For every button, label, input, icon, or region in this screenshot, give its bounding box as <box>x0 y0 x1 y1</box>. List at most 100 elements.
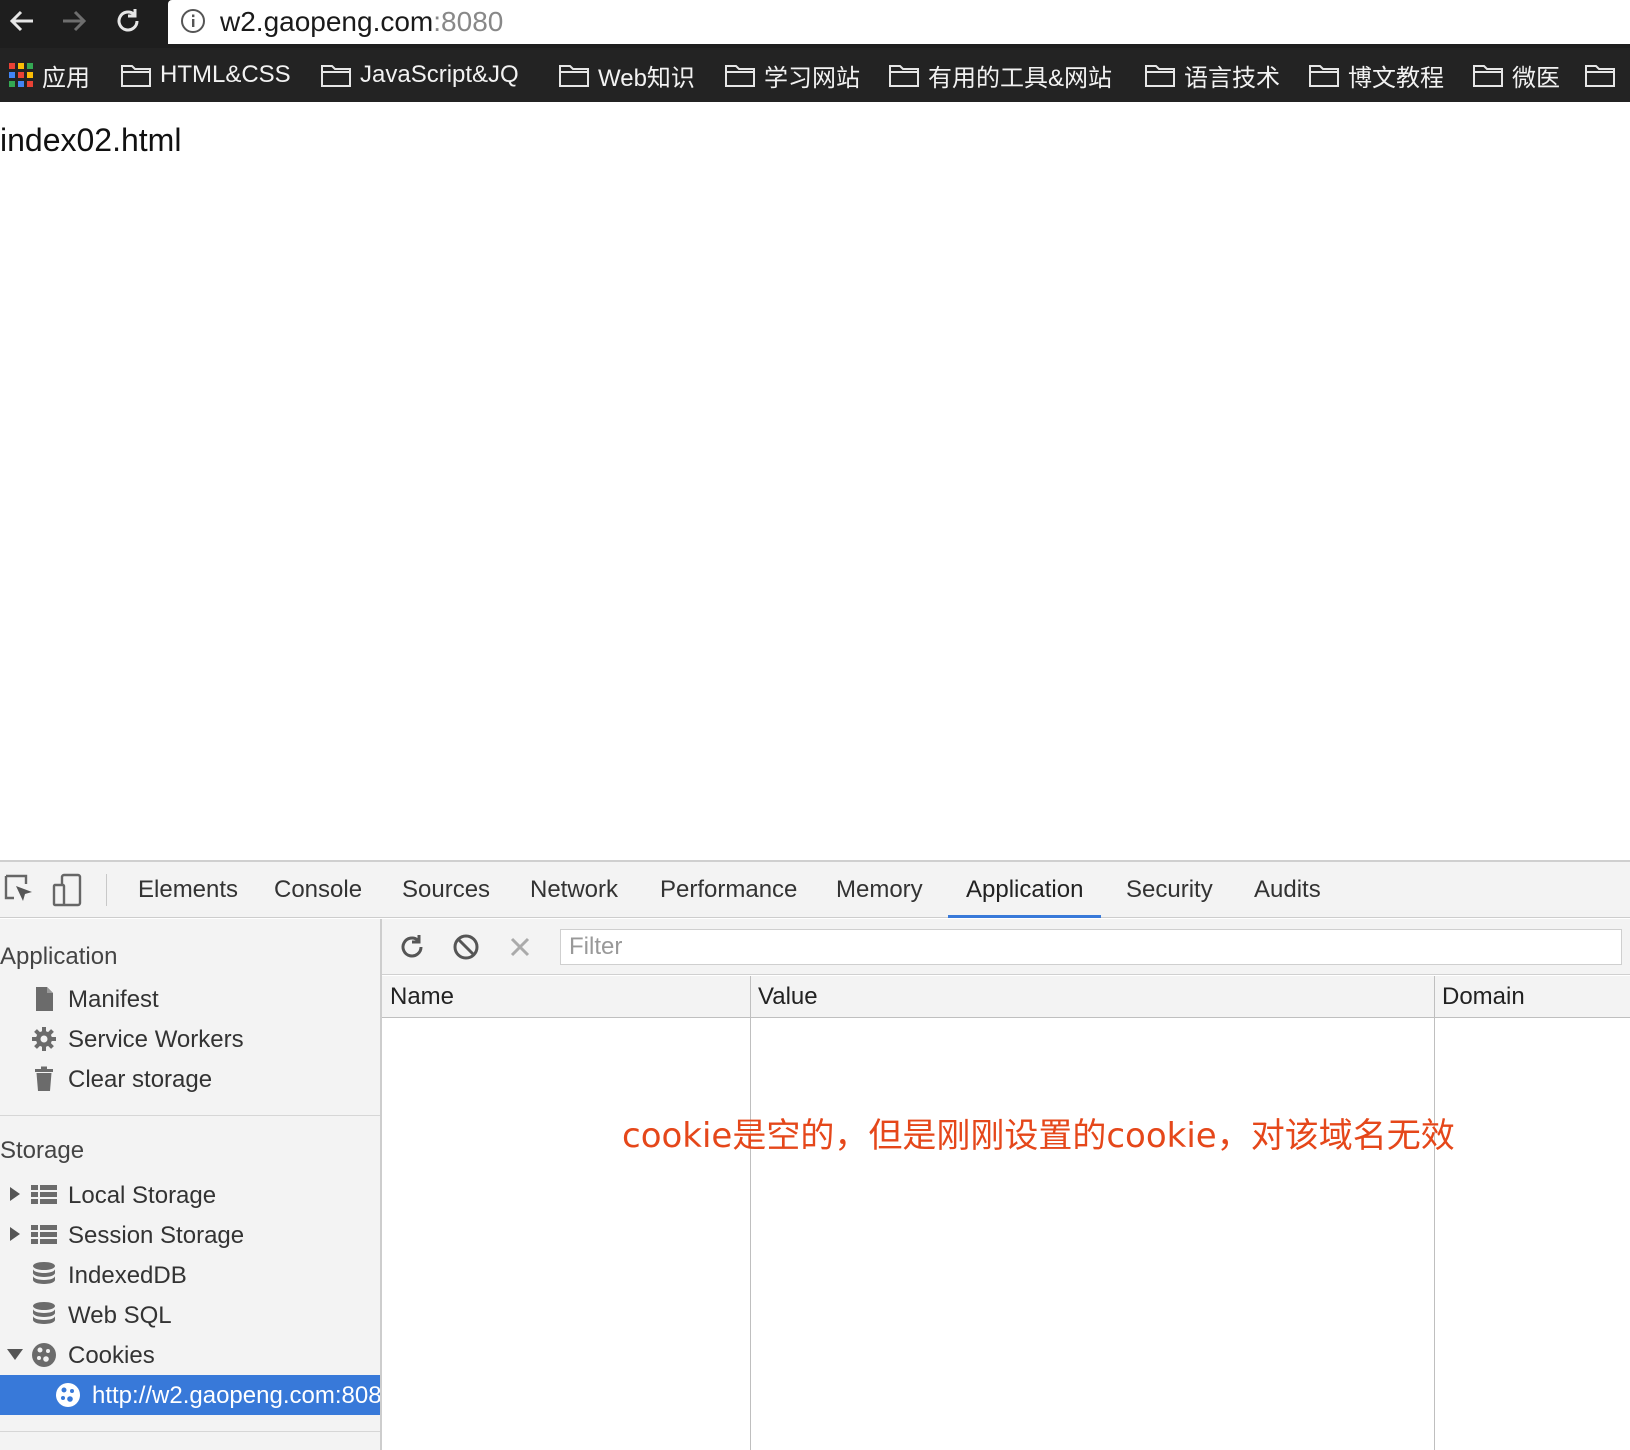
bookmark-label: 微医 <box>1512 64 1560 92</box>
column-divider[interactable] <box>1434 976 1435 1450</box>
clear-all-icon[interactable] <box>450 931 482 963</box>
folder-icon <box>725 65 755 87</box>
browser-toolbar: w2.gaopeng.com:8080 <box>0 0 1630 48</box>
address-bar[interactable]: w2.gaopeng.com:8080 <box>168 0 1630 44</box>
collapse-arrow-icon[interactable] <box>6 1345 24 1363</box>
bookmark-folder-overflow[interactable] <box>1584 56 1624 94</box>
folder-icon <box>321 65 351 87</box>
sidebar-item-indexeddb[interactable]: IndexedDB <box>0 1255 380 1295</box>
trash-icon <box>35 1066 53 1091</box>
url-text: w2.gaopeng.com:8080 <box>220 6 503 38</box>
filter-input[interactable] <box>560 929 1622 965</box>
expand-arrow-icon[interactable] <box>6 1225 24 1243</box>
column-header-value[interactable]: Value <box>750 976 818 1018</box>
forward-arrow-icon <box>63 10 87 32</box>
sidebar-item-local-storage[interactable]: Local Storage <box>0 1175 380 1215</box>
expand-arrow-icon[interactable] <box>6 1185 24 1203</box>
annotation-text: cookie是空的，但是刚刚设置的cookie，对该域名无效 <box>622 1116 1455 1156</box>
column-header-domain[interactable]: Domain <box>1434 976 1525 1018</box>
tab-performance[interactable]: Performance <box>660 862 797 918</box>
bookmark-label: 语言技术 <box>1184 64 1280 92</box>
tab-sources[interactable]: Sources <box>402 862 490 918</box>
bookmark-folder-language[interactable]: 语言技术 <box>1144 56 1280 94</box>
section-title-storage: Storage <box>0 1137 85 1164</box>
tab-console[interactable]: Console <box>274 862 362 918</box>
bookmark-apps[interactable]: 应用 <box>8 56 90 94</box>
url-host: w2.gaopeng.com <box>220 6 434 37</box>
application-sidebar: Application Manifest Service Workers Cle… <box>0 919 382 1450</box>
folder-icon <box>559 65 589 87</box>
sidebar-item-session-storage[interactable]: Session Storage <box>0 1215 380 1255</box>
bookmark-label: Web知识 <box>598 64 695 92</box>
inspect-element-icon[interactable] <box>2 872 38 908</box>
tab-memory[interactable]: Memory <box>836 862 923 918</box>
delete-selected-icon[interactable] <box>504 931 536 963</box>
bookmark-folder-tools[interactable]: 有用的工具&网站 <box>888 56 1112 94</box>
bookmark-label: 学习网站 <box>764 64 860 92</box>
tab-network[interactable]: Network <box>530 862 618 918</box>
sidebar-item-label: Session Storage <box>68 1222 245 1249</box>
page-body-text: index02.html <box>0 122 182 158</box>
apps-grid-icon <box>9 63 33 87</box>
tab-audits[interactable]: Audits <box>1254 862 1321 918</box>
sidebar-item-service-workers[interactable]: Service Workers <box>0 1019 380 1059</box>
sidebar-divider <box>0 1115 380 1116</box>
sidebar-item-label: http://w2.gaopeng.com:8080 <box>92 1382 382 1409</box>
forward-button[interactable] <box>52 2 96 40</box>
database-icon <box>33 1262 55 1284</box>
folder-icon <box>1309 65 1339 87</box>
cookie-icon <box>56 1383 80 1407</box>
sidebar-item-manifest[interactable]: Manifest <box>0 979 380 1019</box>
cookie-icon <box>32 1343 56 1367</box>
document-icon <box>36 987 53 1011</box>
info-icon[interactable] <box>180 8 206 34</box>
sidebar-item-web-sql[interactable]: Web SQL <box>0 1295 380 1335</box>
bookmark-label: JavaScript&JQ <box>360 61 519 88</box>
bookmark-label: 有用的工具&网站 <box>928 64 1113 92</box>
sidebar-item-cookie-origin[interactable]: http://w2.gaopeng.com:8080 <box>0 1375 380 1415</box>
back-arrow-icon <box>9 10 33 32</box>
sidebar-item-label: Clear storage <box>68 1066 213 1093</box>
refresh-icon[interactable] <box>396 931 428 963</box>
sidebar-item-label: IndexedDB <box>68 1262 187 1289</box>
bookmarks-bar: 应用 HTML&CSS JavaScript&JQ Web知识 学习网站 有用的… <box>0 48 1630 102</box>
tab-elements[interactable]: Elements <box>138 862 238 918</box>
back-button[interactable] <box>0 2 44 40</box>
sidebar-divider <box>0 1431 380 1432</box>
table-icon <box>31 1185 57 1204</box>
device-toolbar-icon[interactable] <box>50 872 86 908</box>
sidebar-item-label: Web SQL <box>68 1302 172 1329</box>
bookmark-folder-html-css[interactable]: HTML&CSS <box>120 56 291 94</box>
gear-icon <box>32 1027 56 1051</box>
folder-icon <box>121 65 151 87</box>
sidebar-item-label: Manifest <box>68 986 159 1013</box>
bookmark-folder-weiyi[interactable]: 微医 <box>1472 56 1560 94</box>
bookmark-label: HTML&CSS <box>160 61 291 88</box>
bookmark-folder-tutorials[interactable]: 博文教程 <box>1308 56 1444 94</box>
folder-icon <box>1585 65 1615 87</box>
toolbar-divider <box>106 874 107 906</box>
sidebar-item-clear-storage[interactable]: Clear storage <box>0 1059 380 1099</box>
table-icon <box>31 1225 57 1244</box>
devtools-tab-bar: Elements Console Sources Network Perform… <box>0 862 1630 918</box>
cookies-panel: Name Value Domain <box>382 919 1630 1450</box>
sidebar-item-cookies[interactable]: Cookies <box>0 1335 380 1375</box>
reload-icon <box>117 9 139 32</box>
sidebar-item-label: Cookies <box>68 1342 155 1369</box>
section-title-application: Application <box>0 943 118 970</box>
tab-security[interactable]: Security <box>1126 862 1213 918</box>
reload-button[interactable] <box>106 2 150 40</box>
bookmark-folder-javascript-jq[interactable]: JavaScript&JQ <box>320 56 519 94</box>
url-port: :8080 <box>433 6 504 37</box>
bookmark-folder-web[interactable]: Web知识 <box>558 56 695 94</box>
column-header-name[interactable]: Name <box>382 976 454 1018</box>
bookmark-label: 应用 <box>42 64 90 92</box>
tab-application[interactable]: Application <box>948 862 1102 918</box>
bookmark-label: 博文教程 <box>1348 64 1444 92</box>
folder-icon <box>889 65 919 87</box>
bookmark-folder-learning[interactable]: 学习网站 <box>724 56 860 94</box>
cookies-table-header: Name Value Domain <box>382 976 1630 1018</box>
folder-icon <box>1145 65 1175 87</box>
column-divider[interactable] <box>750 976 751 1450</box>
sidebar-item-label: Local Storage <box>68 1182 217 1209</box>
